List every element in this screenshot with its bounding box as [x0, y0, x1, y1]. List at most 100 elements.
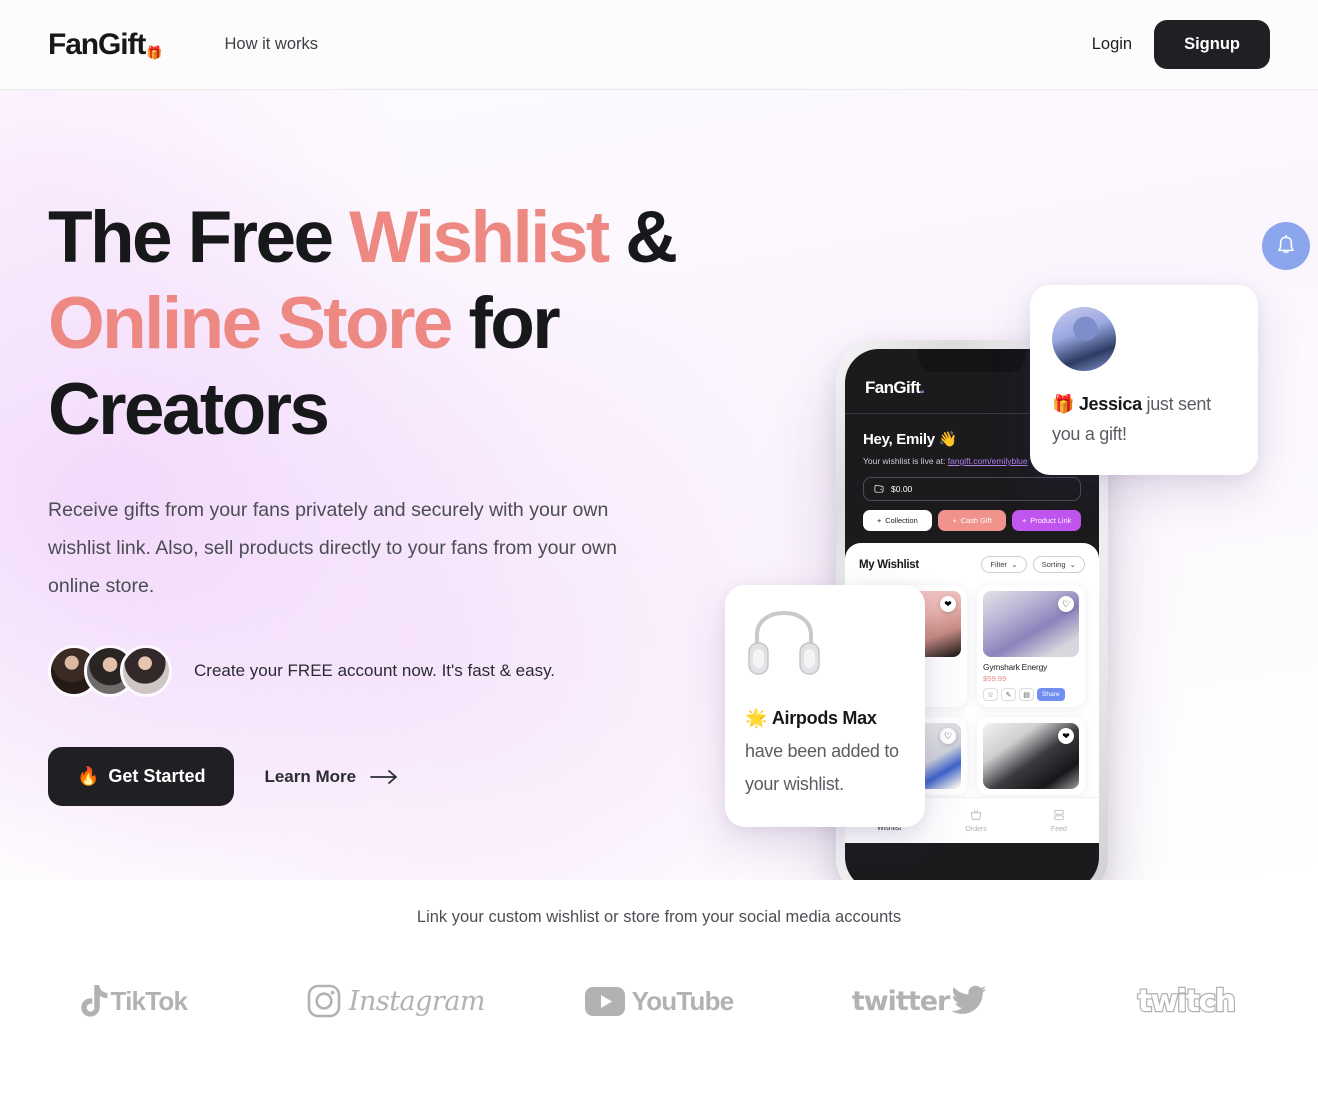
avatar	[120, 645, 172, 697]
plus-icon: +	[876, 516, 882, 525]
page-title: The Free Wishlist & Online Store for Cre…	[48, 195, 688, 453]
social-caption: Link your custom wishlist or store from …	[416, 908, 902, 926]
balance-display: $0.00	[863, 477, 1081, 501]
wishlist-controls: Filter ⌄ Sorting ⌄	[981, 556, 1085, 573]
quick-actions: + Collection + Cash Gift + Product Link	[863, 510, 1082, 531]
balance-amount: $0.00	[891, 484, 913, 494]
add-product-link-button[interactable]: + Product Link	[1012, 510, 1082, 531]
social-logo-instagram[interactable]: Instagram	[264, 983, 528, 1019]
gift-box-icon: 🎁	[146, 44, 163, 60]
heart-filled-icon[interactable]: ❤	[940, 596, 956, 612]
get-started-label: Get Started	[108, 766, 206, 786]
social-logo-label: YouTube	[631, 985, 735, 1016]
social-logo-row: TikTok Instagram YouTube twitter twitch	[0, 982, 1318, 1020]
gift-notification-card: 🎁 Jessica just sent you a gift!	[1030, 285, 1258, 475]
app-logo: FanGift.	[865, 378, 925, 398]
app-logo-dot: .	[920, 378, 925, 397]
instagram-icon	[307, 984, 341, 1018]
heart-outline-icon[interactable]: ♡	[1058, 596, 1074, 612]
product-mockup: FanGift. Hey, Emily 👋 Your wishlist is l…	[700, 222, 1310, 880]
product-title: Gymshark Energy	[983, 662, 1048, 672]
airpods-message-body: have been added to your wishlist.	[745, 741, 899, 794]
learn-more-label: Learn More	[264, 766, 357, 786]
filter-label: Filter	[990, 560, 1008, 569]
headline-part1: The Free	[48, 197, 350, 278]
add-product-link-label: Product Link	[1030, 516, 1072, 525]
login-link[interactable]: Login	[1092, 35, 1132, 54]
hero-subcopy: Receive gifts from your fans privately a…	[48, 499, 617, 597]
add-cash-gift-button[interactable]: + Cash Gift	[937, 510, 1007, 531]
nav-item-orders[interactable]: Orders	[965, 809, 987, 833]
app-logo-text: FanGift	[865, 378, 921, 397]
nav-label: Feed	[1050, 825, 1067, 833]
social-logo-twitter[interactable]: twitter	[791, 984, 1055, 1018]
product-actions: ☆ ✎ ▤ Share	[983, 688, 1079, 701]
gift-emoji-icon: 🎁	[1052, 394, 1075, 414]
avatar-group	[48, 645, 172, 697]
social-logo-label: twitch	[1137, 982, 1238, 1020]
basket-icon	[970, 809, 982, 823]
headphones-image	[748, 610, 820, 675]
star-icon[interactable]: ☆	[983, 688, 998, 701]
hero-copy: The Free Wishlist & Online Store for Cre…	[48, 195, 688, 806]
primary-nav: How it works	[224, 35, 318, 54]
social-platforms-section: Link your custom wishlist or store from …	[0, 880, 1318, 1117]
social-logo-tiktok[interactable]: TikTok	[0, 982, 264, 1020]
social-logo-label: twitter	[851, 985, 951, 1017]
airpods-added-card: 🌟 Airpods Max have been added to your wi…	[725, 585, 925, 827]
get-started-button[interactable]: 🔥 Get Started	[48, 747, 235, 806]
filter-dropdown[interactable]: Filter ⌄	[981, 556, 1027, 573]
cta-row: 🔥 Get Started Learn More	[48, 747, 688, 806]
product-price: $59.99	[983, 674, 1007, 683]
tiktok-icon	[80, 985, 107, 1017]
sender-avatar	[1052, 307, 1116, 371]
add-collection-button[interactable]: + Collection	[863, 510, 932, 531]
fire-icon: 🔥	[77, 766, 100, 786]
social-logo-twitch[interactable]: twitch	[1054, 982, 1318, 1020]
feed-icon	[1053, 809, 1065, 823]
headline-accent1: Wishlist	[349, 197, 610, 278]
phone-notch	[918, 349, 1026, 372]
header-actions: Login Signup	[1092, 20, 1270, 69]
product-card[interactable]: ❤	[977, 717, 1085, 795]
wishlist-header: My Wishlist Filter ⌄ Sorting ⌄	[859, 556, 1085, 573]
twitter-bird-icon	[951, 985, 987, 1014]
share-button[interactable]: Share	[1037, 688, 1065, 701]
social-logo-label: TikTok	[110, 985, 188, 1016]
live-at-label: Your wishlist is live at:	[863, 456, 946, 466]
heart-filled-icon[interactable]: ❤	[1058, 728, 1074, 744]
wishlist-url[interactable]: fangift.com/emilyblue	[948, 456, 1028, 466]
bell-icon	[1262, 222, 1310, 270]
notification-message: 🎁 Jessica just sent you a gift!	[1052, 389, 1236, 449]
wallet-icon	[874, 484, 884, 495]
edit-icon[interactable]: ✎	[1001, 688, 1016, 701]
airpods-product-name: Airpods Max	[771, 708, 877, 728]
plus-icon: +	[1021, 516, 1027, 525]
nav-item-feed[interactable]: Feed	[1051, 809, 1067, 833]
sorting-dropdown[interactable]: Sorting ⌄	[1032, 556, 1085, 573]
star-emoji-icon: 🌟	[745, 708, 768, 728]
social-logo-youtube[interactable]: YouTube	[527, 986, 791, 1017]
nav-how-it-works[interactable]: How it works	[224, 35, 318, 54]
chevron-down-icon: ⌄	[1011, 560, 1018, 569]
landing-page: FanGift 🎁 How it works Login Signup The …	[0, 0, 1318, 1117]
headline-accent2: Online Store	[48, 283, 453, 364]
product-card[interactable]: ♡ Gymshark Energy $59.99 ☆ ✎ ▤ Share	[977, 585, 1085, 707]
airpods-message: 🌟 Airpods Max have been added to your wi…	[745, 702, 905, 801]
hero-section: The Free Wishlist & Online Store for Cre…	[0, 90, 1318, 880]
chevron-down-icon: ⌄	[1069, 560, 1076, 569]
plus-icon: +	[952, 516, 957, 525]
heart-outline-icon[interactable]: ♡	[940, 728, 956, 744]
product-image: ❤	[983, 723, 1079, 789]
delete-icon[interactable]: ▤	[1019, 688, 1034, 701]
sender-name: Jessica	[1078, 394, 1142, 414]
headline-part2: &	[607, 197, 678, 278]
social-proof-text: Create your FREE account now. It's fast …	[194, 661, 556, 680]
signup-button[interactable]: Signup	[1154, 20, 1270, 69]
learn-more-link[interactable]: Learn More	[264, 767, 400, 787]
add-collection-label: Collection	[885, 516, 918, 525]
brand-logo[interactable]: FanGift 🎁	[48, 29, 163, 60]
social-logo-label: Instagram	[348, 985, 486, 1017]
wishlist-title: My Wishlist	[859, 558, 919, 571]
arrow-right-icon	[370, 769, 397, 784]
